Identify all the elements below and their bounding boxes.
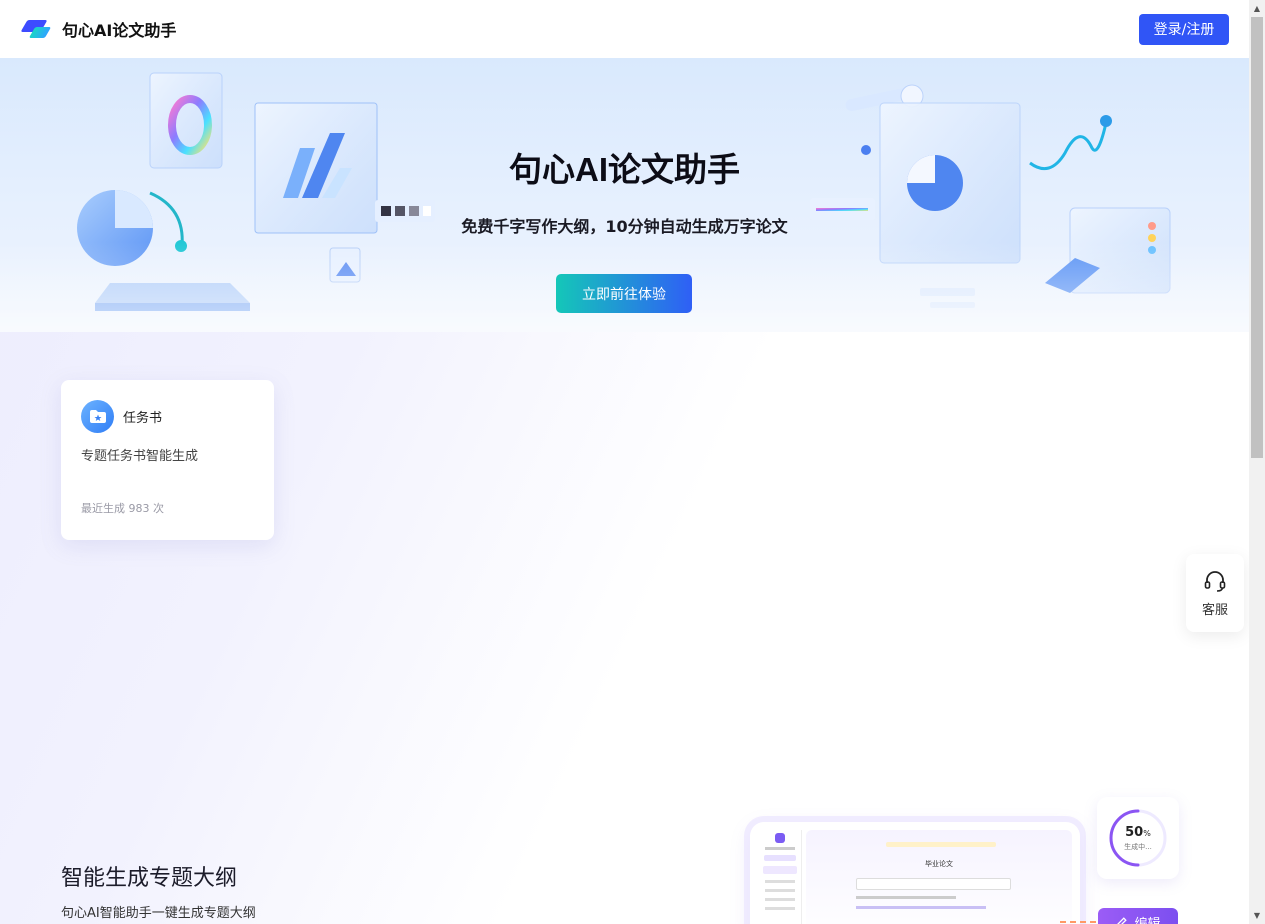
card-description: 专题任务书智能生成 [81,449,199,464]
headset-icon [1204,570,1226,592]
hero-subtitle: 免费千字写作大纲，10分钟自动生成万字论文 [461,217,788,236]
hero-title: 句心AI论文助手 [509,151,740,188]
app-mockup: 毕业论文 [750,822,1080,924]
feature-title: 智能生成专题大纲 [61,866,238,891]
mockup-main: 毕业论文 [806,830,1072,924]
hero-banner: 句心AI论文助手 免费千字写作大纲，10分钟自动生成万字论文 立即前往体验 [0,58,1249,332]
connector-line [1060,921,1096,923]
logo-icon [20,19,52,39]
brand-name: 句心AI论文助手 [62,21,177,40]
vertical-scrollbar[interactable]: ▲ ▼ [1249,0,1265,924]
top-header: 句心AI论文助手 登录/注册 [0,0,1249,58]
try-now-button[interactable]: 立即前往体验 [556,274,692,313]
progress-status: 生成中... [1124,843,1152,851]
card-title: 任务书 [123,411,163,426]
service-label: 客服 [1201,602,1228,618]
scroll-down-arrow-icon[interactable]: ▼ [1249,907,1265,924]
progress-value: 50% [1125,825,1151,840]
mockup-title: 毕业论文 [925,860,953,868]
feature-description: 句心AI智能助手一键生成专题大纲 [61,906,256,921]
card-generation-count: 最近生成 983 次 [81,502,164,515]
login-register-button[interactable]: 登录/注册 [1139,13,1229,45]
edit-label: 编辑 [1134,916,1161,924]
folder-star-icon [81,400,114,433]
scroll-thumb[interactable] [1251,17,1263,458]
mockup-sidebar [758,830,802,924]
progress-widget: 50% 生成中... [1097,797,1179,879]
task-book-card[interactable]: 任务书 专题任务书智能生成 最近生成 983 次 [61,380,274,540]
scroll-up-arrow-icon[interactable]: ▲ [1249,0,1265,17]
pencil-icon [1117,916,1128,924]
page: 句心AI论文助手 登录/注册 句心AI论文助手 免费千字写作大纲，10分钟自动生… [0,0,1249,924]
edit-button[interactable]: 编辑 [1098,908,1178,924]
customer-service-button[interactable]: 客服 [1186,554,1244,632]
